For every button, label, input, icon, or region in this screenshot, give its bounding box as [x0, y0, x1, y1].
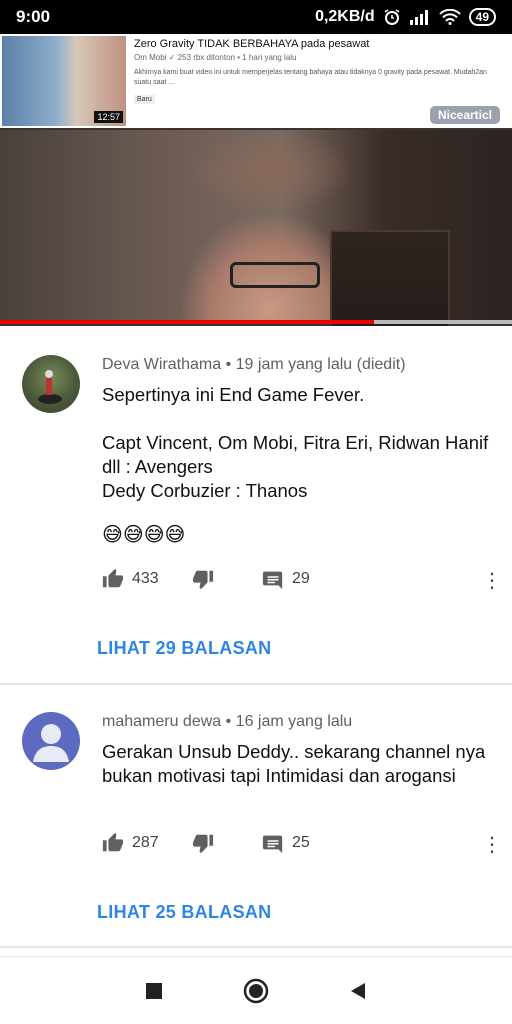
comment-header: Deva Wirathama • 19 jam yang lalu (diedi… [102, 356, 406, 374]
reply-count: 25 [292, 834, 310, 851]
video-progress-fill [0, 320, 374, 324]
view-replies-button[interactable]: LIHAT 25 BALASAN [97, 902, 271, 923]
comment-author[interactable]: Deva Wirathama [102, 356, 221, 373]
video-progress-bar[interactable] [0, 320, 512, 324]
video-cabinet [330, 230, 450, 326]
default-avatar-icon [33, 724, 69, 762]
comment-time: • 16 jam yang lalu [225, 713, 353, 730]
like-button[interactable]: 287 [102, 832, 159, 854]
comment-text: Gerakan Unsub Deddy.. sekarang channel n… [102, 741, 486, 786]
thumb-up-icon [102, 832, 124, 852]
card-badge: Baru [134, 95, 155, 104]
card-thumbnail[interactable]: 12:57 [2, 36, 126, 126]
avatar-photo-icon [38, 370, 62, 404]
watermark: Nicearticl [429, 106, 500, 124]
nav-home-icon[interactable] [242, 977, 270, 1005]
more-vert-icon[interactable]: ⋮ [482, 832, 502, 857]
system-nav-bar [0, 956, 512, 1024]
comment-actions: 433 29 ⋮ [102, 568, 502, 592]
status-icons: 0,2KB/d 49 [315, 8, 496, 26]
card-description: Akhirnya kami buat video ini untuk mempe… [134, 69, 487, 86]
status-time: 9:00 [16, 7, 51, 26]
card-title[interactable]: Zero Gravity TIDAK BERBAHAYA pada pesawa… [134, 38, 504, 50]
thumb-up-icon [102, 568, 124, 588]
video-glasses [230, 262, 320, 288]
comment-actions: 287 25 ⋮ [102, 832, 502, 856]
like-button[interactable]: 433 [102, 568, 159, 590]
comment-divider [0, 946, 512, 948]
reply-button[interactable]: 25 [262, 832, 310, 854]
status-bar: 9:00 0,2KB/d 49 [0, 0, 512, 34]
reply-icon [262, 835, 283, 854]
reply-icon [262, 571, 283, 590]
comment-time: • 19 jam yang lalu (diedit) [225, 356, 406, 373]
verified-icon: ✓ [168, 53, 176, 62]
view-replies-button[interactable]: LIHAT 29 BALASAN [97, 638, 271, 659]
reply-count: 29 [292, 570, 310, 587]
comment-header: mahameru dewa • 16 jam yang lalu [102, 713, 352, 731]
card-channel: Om Mobi [134, 53, 167, 62]
nav-recents-icon[interactable] [144, 981, 164, 1001]
nav-back-icon[interactable] [348, 981, 368, 1001]
card-meta: Om Mobi ✓ 253 rbx ditonton • 1 hari yang… [134, 53, 504, 62]
comment-emoji: 😅😅😅😅 [102, 524, 186, 546]
alarm-icon [384, 9, 400, 25]
card-duration: 12:57 [94, 111, 123, 123]
signal-icon [409, 10, 428, 25]
video-frame [0, 130, 512, 326]
dislike-button[interactable] [192, 568, 214, 590]
avatar[interactable] [22, 712, 80, 770]
comment-author[interactable]: mahameru dewa [102, 713, 221, 730]
reply-button[interactable]: 29 [262, 568, 310, 590]
thumb-down-icon [192, 570, 214, 590]
like-count: 287 [132, 834, 159, 851]
more-vert-icon[interactable]: ⋮ [482, 568, 502, 593]
wifi-icon [438, 9, 461, 25]
avatar[interactable] [22, 355, 80, 413]
like-count: 433 [132, 570, 159, 587]
card-stats: 253 rbx ditonton • 1 hari yang lalu [177, 53, 297, 62]
thumb-down-icon [192, 834, 214, 854]
network-speed: 0,2KB/d [315, 8, 375, 25]
comment-divider [0, 683, 512, 685]
battery-indicator: 49 [468, 8, 496, 26]
dislike-button[interactable] [192, 832, 214, 854]
comment-text: Sepertinya ini End Game Fever. Capt Vinc… [102, 384, 489, 501]
